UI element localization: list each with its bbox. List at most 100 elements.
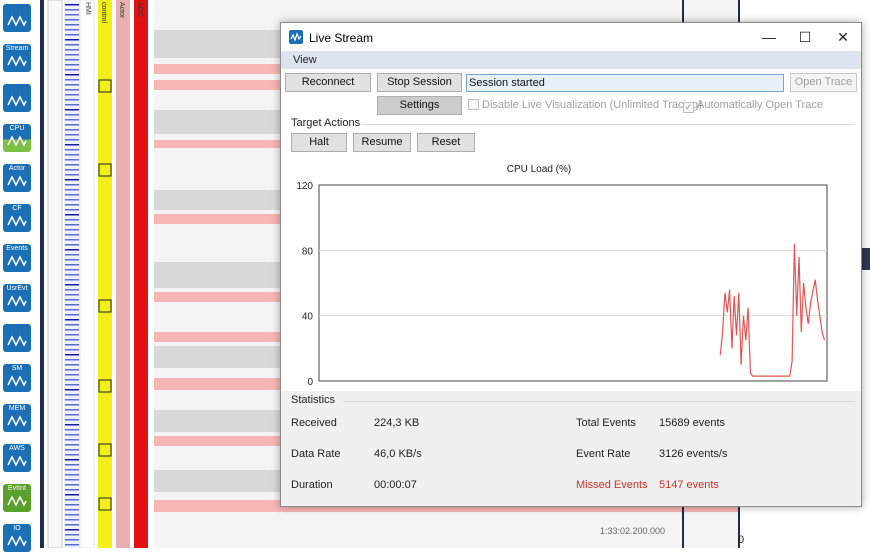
halt-button[interactable]: Halt — [291, 133, 347, 152]
event-tick — [65, 159, 79, 161]
event-tick — [65, 534, 79, 536]
sidebar-button-events[interactable]: Events — [3, 244, 31, 272]
sidebar-button-cpu[interactable]: CPU — [3, 124, 31, 152]
column-header-actor: Actor — [118, 2, 125, 19]
axis-zero-label: 0 — [738, 534, 745, 546]
menu-view[interactable]: View — [293, 54, 317, 66]
event-tick — [65, 409, 79, 411]
disable-live-visualization-checkbox[interactable]: Disable Live Visualization (Unlimited Tr… — [468, 99, 702, 111]
event-tick — [65, 139, 79, 141]
sidebar-button-mem[interactable]: MEM — [3, 404, 31, 432]
menu-bar: View — [281, 51, 861, 69]
event-tick — [65, 119, 79, 121]
total-events-value: 15689 events — [659, 417, 726, 429]
event-tick — [65, 229, 79, 231]
event-tick — [65, 124, 79, 126]
reset-button[interactable]: Reset — [417, 133, 475, 152]
auto-open-trace-checkbox[interactable]: ✓ Automatically Open Trace — [683, 99, 823, 113]
close-icon[interactable]: ✕ — [825, 27, 861, 47]
sidebar-button-actor[interactable]: Actor — [3, 164, 31, 192]
event-tick — [65, 334, 79, 336]
event-tick — [65, 109, 79, 111]
y-tick-label: 120 — [296, 181, 313, 192]
event-tick — [65, 404, 79, 406]
event-tick — [65, 264, 79, 266]
event-tick — [65, 259, 79, 261]
event-rate-value: 3126 events/s — [659, 448, 728, 460]
cpu-load-chart-svg: CPU Load (%) 0 40 80 120 — [296, 164, 828, 388]
event-tick — [65, 219, 79, 221]
aws-icon — [7, 455, 27, 467]
event-tick — [65, 54, 79, 56]
y-tick-label: 80 — [302, 246, 314, 257]
event-tick — [65, 39, 79, 41]
session-status-field[interactable]: Session started — [466, 74, 784, 92]
cpu-load-chart: CPU Load (%) 0 40 80 120 — [281, 159, 861, 391]
settings-button[interactable]: Settings — [377, 96, 462, 115]
stop-session-button[interactable]: Stop Session — [377, 73, 462, 92]
sidebar-button-label: EvtInt — [8, 485, 26, 492]
auto-open-trace-label: Automatically Open Trace — [697, 99, 823, 111]
event-tick — [65, 184, 79, 186]
minimize-icon[interactable]: — — [751, 27, 787, 47]
sidebar-button-dashboard[interactable] — [3, 4, 31, 32]
open-trace-button[interactable]: Open Trace — [790, 73, 857, 92]
sidebar-button-cf[interactable]: CF — [3, 204, 31, 232]
event-tick — [65, 254, 79, 256]
y-axis-ticks: 0 40 80 120 — [296, 181, 313, 388]
event-tick — [65, 504, 79, 506]
event-tick — [65, 539, 79, 541]
event-tick — [65, 509, 79, 511]
event-tick — [65, 154, 79, 156]
event-tick — [65, 14, 79, 16]
sidebar-button-aws[interactable]: AWS — [3, 444, 31, 472]
maximize-icon[interactable]: ☐ — [787, 27, 823, 47]
event-tick — [65, 389, 79, 391]
event-tick — [65, 174, 79, 176]
event-tick — [65, 354, 79, 356]
group-divider — [361, 124, 855, 125]
disable-live-visualization-label: Disable Live Visualization (Unlimited Tr… — [482, 99, 702, 111]
event-tick — [65, 429, 79, 431]
missed-events-label: Missed Events — [576, 479, 648, 491]
dashboard-icon — [7, 15, 27, 27]
event-tick — [65, 294, 79, 296]
event-tick — [65, 244, 79, 246]
title-bar[interactable]: Live Stream — ☐ ✕ — [281, 23, 861, 51]
event-tick — [65, 364, 79, 366]
event-tick — [65, 489, 79, 491]
column-header-adc: ADC — [136, 2, 143, 17]
sidebar-button-label: Events — [6, 245, 28, 252]
event-tick — [65, 79, 79, 81]
sidebar-button-label: IO — [13, 525, 21, 532]
sidebar-button-stream[interactable]: Stream — [3, 44, 31, 72]
event-tick — [65, 449, 79, 451]
event-tick — [65, 224, 79, 226]
event-tick — [65, 234, 79, 236]
sidebar-button-label: AWS — [9, 445, 25, 452]
sidebar-button-evtint[interactable]: EvtInt — [3, 484, 31, 512]
sidebar-button-dependency[interactable] — [3, 324, 31, 352]
event-tick — [65, 239, 79, 241]
event-tick — [65, 299, 79, 301]
event-tick — [65, 314, 79, 316]
checkbox-unchecked-icon[interactable] — [468, 99, 479, 110]
event-tick — [65, 189, 79, 191]
sidebar-button-sm[interactable]: SM — [3, 364, 31, 392]
event-tick — [65, 179, 79, 181]
reconnect-button[interactable]: Reconnect — [285, 73, 371, 92]
event-tick — [65, 9, 79, 11]
sidebar-button-usrevt[interactable]: UsrEvt — [3, 284, 31, 312]
sidebar-button-label: SM — [11, 365, 23, 372]
event-tick — [65, 339, 79, 341]
user-events-icon — [7, 295, 27, 307]
sidebar-button-trace-view[interactable] — [3, 84, 31, 112]
checkbox-checked-icon[interactable]: ✓ — [683, 102, 694, 113]
live-stream-icon — [289, 30, 303, 44]
resume-button[interactable]: Resume — [353, 133, 411, 152]
group-divider — [343, 401, 855, 402]
event-tick — [65, 349, 79, 351]
event-tick — [65, 144, 79, 146]
memory-icon — [7, 415, 27, 427]
sidebar-button-label: Actor — [8, 165, 26, 172]
